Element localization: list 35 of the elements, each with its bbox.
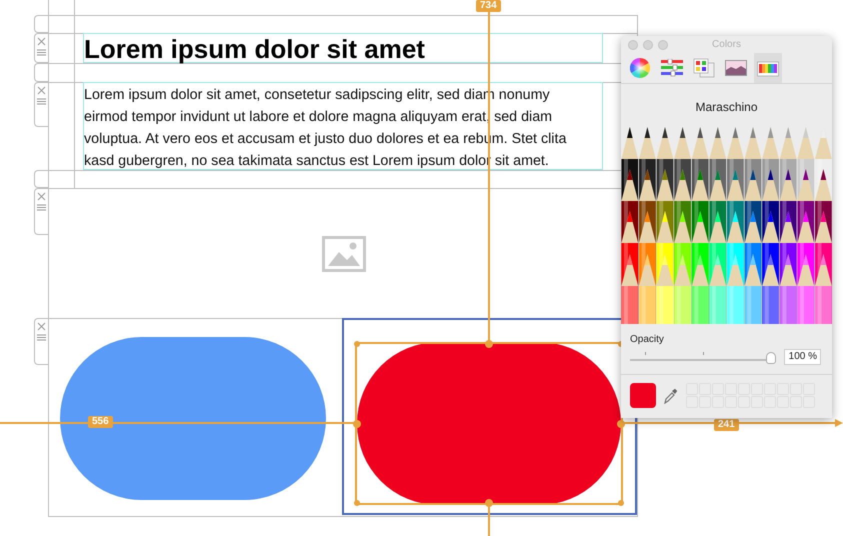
close-icon[interactable]	[37, 86, 46, 95]
color-name: Maraschino	[694, 100, 759, 115]
measure-label: 556	[88, 416, 113, 428]
row-handle[interactable]	[34, 318, 48, 365]
row-handle[interactable]	[34, 170, 48, 188]
close-icon[interactable]	[37, 37, 46, 46]
close-icon[interactable]	[37, 322, 46, 331]
sliders-icon	[661, 59, 683, 77]
drag-handle-icon[interactable]	[37, 49, 46, 56]
slider-thumb[interactable]	[766, 352, 776, 364]
measure-label: 241	[714, 419, 739, 431]
drag-handle-icon[interactable]	[37, 204, 46, 211]
row-handle[interactable]	[34, 15, 48, 33]
image-placeholder-icon	[322, 236, 366, 272]
drag-handle-icon[interactable]	[37, 98, 46, 105]
opacity-label: Opacity	[630, 334, 665, 345]
row-handle[interactable]	[34, 82, 48, 127]
crayons-icon	[757, 59, 779, 77]
current-color-well[interactable]	[630, 383, 656, 408]
row-handle[interactable]	[34, 188, 48, 235]
eyedropper-icon[interactable]	[664, 388, 678, 404]
row-handle[interactable]	[34, 33, 48, 63]
color-mode-tab[interactable]	[754, 53, 782, 83]
close-icon[interactable]	[37, 192, 46, 201]
palette-icon	[693, 58, 715, 78]
image-icon	[725, 60, 747, 76]
guide-line	[488, 505, 490, 536]
window-title: Colors	[711, 39, 742, 50]
opacity-field[interactable]: 100 %	[784, 349, 821, 365]
color-wheel-icon	[630, 58, 650, 78]
drag-handle-icon[interactable]	[37, 334, 46, 341]
measure-label: 734	[476, 0, 501, 12]
pencils-drawing[interactable]	[621, 127, 832, 324]
row-handle[interactable]	[34, 63, 48, 82]
heading: Lorem ipsum dolor sit amet	[84, 34, 426, 64]
